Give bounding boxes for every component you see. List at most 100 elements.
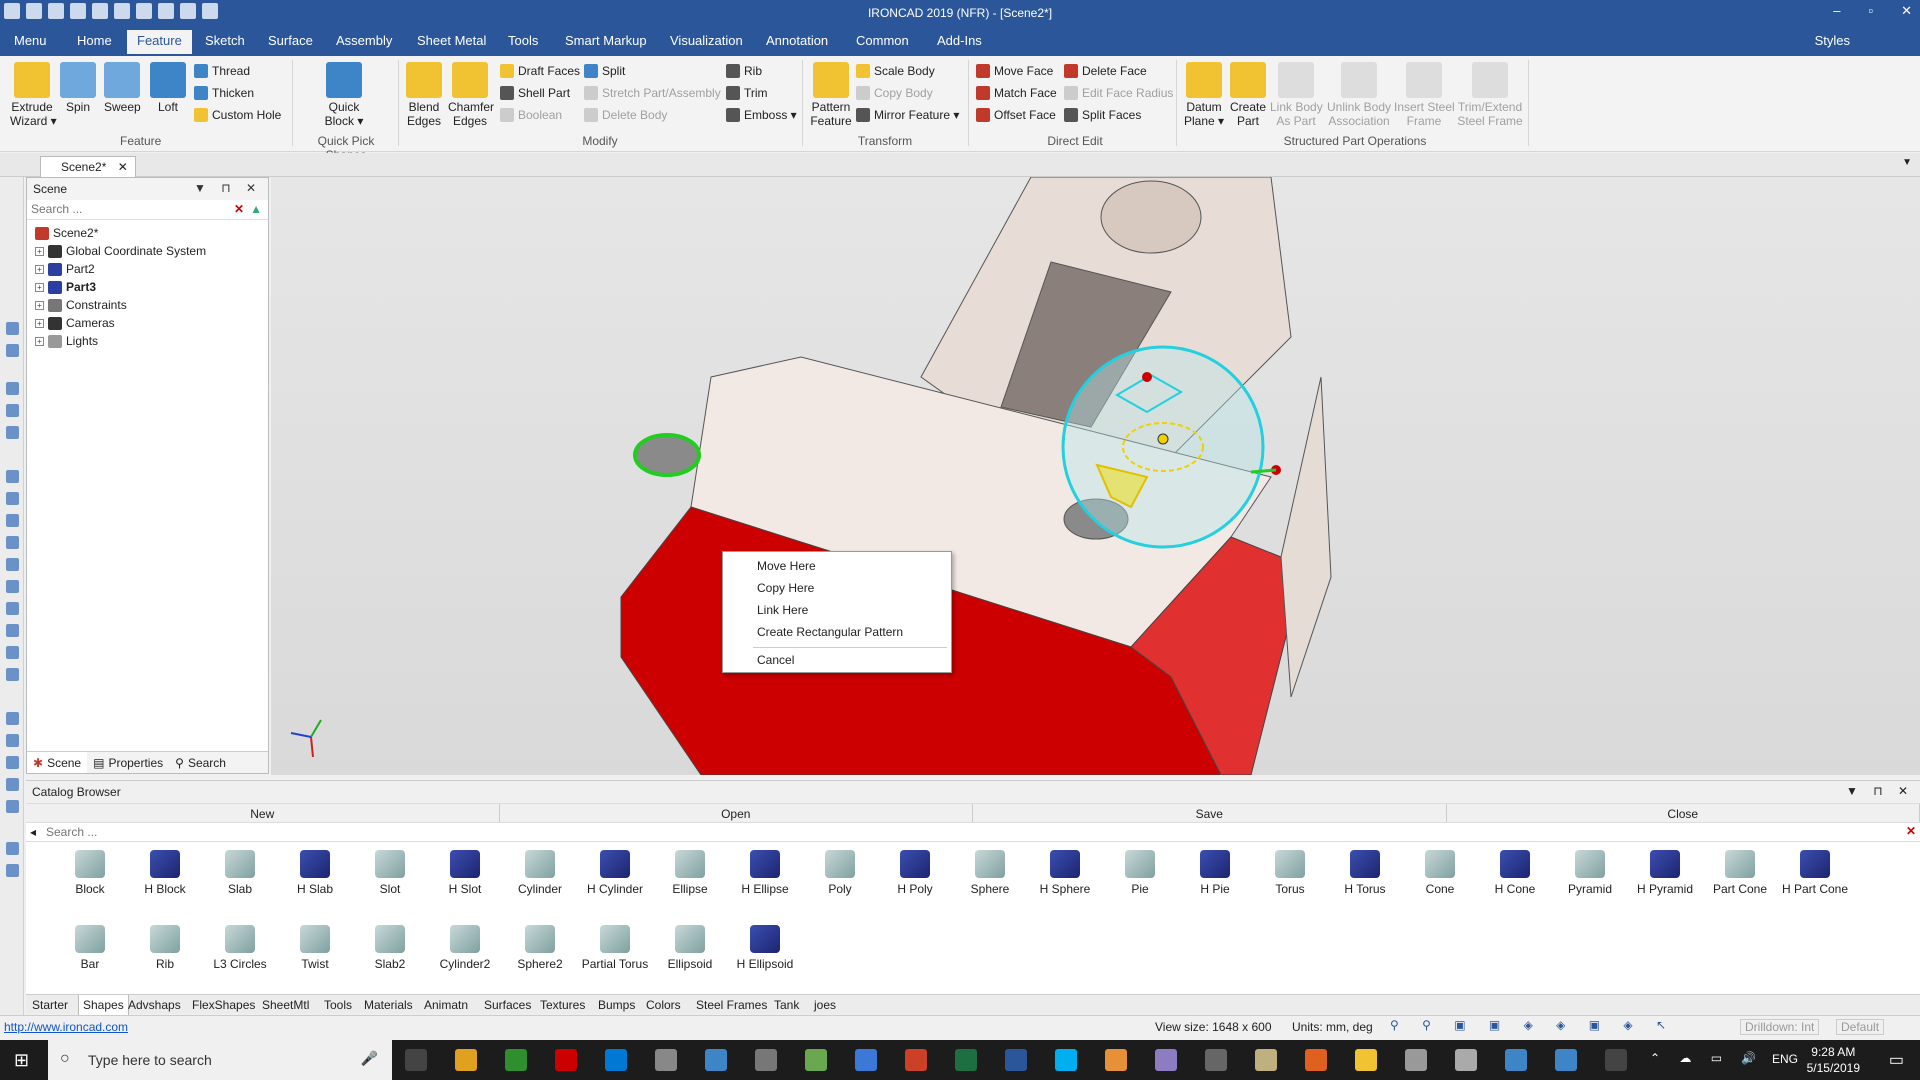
app-icon[interactable] [1555, 1049, 1577, 1071]
split-faces-button[interactable]: Split Faces [1064, 108, 1141, 122]
extrude-wizard-button[interactable]: Extrude Wizard ▾ [10, 62, 57, 128]
shape-item[interactable]: Ellipsoid [650, 925, 730, 971]
tab-properties[interactable]: ▤ Properties [87, 752, 169, 773]
shape-item[interactable]: Sphere [950, 850, 1030, 896]
datum-plane-button[interactable]: Datum Plane ▾ [1182, 62, 1226, 128]
chevron-down-icon[interactable]: ▼ [1902, 157, 1912, 168]
excel-icon[interactable] [955, 1049, 977, 1071]
arrow-left-icon[interactable]: ◂ [30, 825, 36, 839]
offset-face-button[interactable]: Offset Face [976, 108, 1056, 122]
windows-start-icon[interactable]: ⊞ [14, 1050, 29, 1071]
tab-assembly[interactable]: Assembly [336, 33, 392, 48]
shape-item[interactable]: L3 Circles [200, 925, 280, 971]
view-icon[interactable] [6, 536, 19, 549]
catalog-tab[interactable]: Colors [646, 998, 681, 1012]
tree-item-part2[interactable]: + Part2 [27, 260, 268, 278]
shape-item[interactable]: H Slot [425, 850, 505, 896]
link-body-button[interactable]: Link Body As Part [1270, 62, 1323, 128]
shape-item[interactable]: H Poly [875, 850, 955, 896]
app-icon[interactable] [905, 1049, 927, 1071]
spin-button[interactable]: Spin [60, 62, 96, 114]
expand-icon[interactable]: + [35, 264, 44, 274]
app-icon[interactable] [1455, 1049, 1477, 1071]
view-icon[interactable] [6, 778, 19, 791]
shape-item[interactable]: H Ellipse [725, 850, 805, 896]
draft-faces-button[interactable]: Draft Faces [500, 64, 580, 78]
view-icon[interactable] [6, 492, 19, 505]
view-icon[interactable] [6, 734, 19, 747]
app-icon[interactable] [1405, 1049, 1427, 1071]
catalog-tab[interactable]: Shapes [78, 995, 129, 1016]
tab-scene2[interactable]: Scene2* ✕ [40, 156, 136, 177]
opera-icon[interactable] [555, 1049, 577, 1071]
catalog-new-button[interactable]: New [26, 804, 500, 822]
tab-home[interactable]: Home [77, 33, 112, 48]
model-canvas[interactable] [271, 177, 1920, 775]
app-icon[interactable] [1105, 1049, 1127, 1071]
rib-button[interactable]: Rib [726, 64, 762, 78]
view-icon[interactable] [6, 382, 19, 395]
catalog-tab[interactable]: Animatn [424, 998, 468, 1012]
view-icon[interactable] [6, 514, 19, 527]
tab-feature[interactable]: Feature [127, 30, 192, 54]
default-select[interactable]: Default [1836, 1019, 1885, 1035]
shape-item[interactable]: Pyramid [1550, 850, 1630, 896]
tab-add-ins[interactable]: Add-Ins [937, 33, 982, 48]
catalog-tab[interactable]: Materials [364, 998, 413, 1012]
view-icon[interactable] [6, 624, 19, 637]
tab-surface[interactable]: Surface [268, 33, 313, 48]
panel-controls[interactable]: ▼ ⊓ ✕ [1846, 784, 1914, 798]
move-face-button[interactable]: Move Face [976, 64, 1053, 78]
catalog-tab[interactable]: Textures [540, 998, 585, 1012]
tree-item-part3[interactable]: + Part3 [27, 278, 268, 296]
expand-icon[interactable]: + [35, 282, 44, 292]
outlook-icon[interactable] [605, 1049, 627, 1071]
triball-center[interactable] [1157, 433, 1169, 445]
shape-item[interactable]: Slab2 [350, 925, 430, 971]
view-icon[interactable] [6, 602, 19, 615]
app-icon[interactable] [705, 1049, 727, 1071]
app-icon[interactable] [805, 1049, 827, 1071]
unlink-body-button[interactable]: Unlink Body Association [1326, 62, 1392, 128]
close-button[interactable]: ✕ [1901, 3, 1912, 19]
mirror-feature-button[interactable]: Mirror Feature ▾ [856, 108, 959, 122]
app-icon[interactable] [1505, 1049, 1527, 1071]
view-icon[interactable] [6, 580, 19, 593]
catalog-tab[interactable]: Starter [32, 998, 68, 1012]
shape-item[interactable]: H Cylinder [575, 850, 655, 896]
ironcad-icon[interactable] [655, 1049, 677, 1071]
catalog-tab[interactable]: Tools [324, 998, 352, 1012]
shape-item[interactable]: Cylinder2 [425, 925, 505, 971]
menu-item-move-here[interactable]: Move Here [757, 556, 816, 576]
chamfer-edges-button[interactable]: Chamfer Edges [448, 62, 494, 128]
shape-item[interactable]: Cone [1400, 850, 1480, 896]
app-icon[interactable] [1355, 1049, 1377, 1071]
clock[interactable]: 9:28 AM 5/15/2019 [1807, 1044, 1860, 1076]
shell-part-button[interactable]: Shell Part [500, 86, 570, 100]
menu-item-link-here[interactable]: Link Here [757, 600, 808, 620]
tab-menu[interactable]: Menu [14, 33, 47, 48]
language-indicator[interactable]: ENG [1772, 1052, 1798, 1066]
word-icon[interactable] [1005, 1049, 1027, 1071]
tab-sketch[interactable]: Sketch [205, 33, 245, 48]
view-icon[interactable] [6, 800, 19, 813]
shape-item[interactable]: Partial Torus [575, 925, 655, 971]
app-icon[interactable] [855, 1049, 877, 1071]
notifications-icon[interactable]: ▭ [1889, 1050, 1904, 1070]
view-icon[interactable] [6, 668, 19, 681]
boolean-button[interactable]: Boolean [500, 108, 562, 122]
calculator-icon[interactable] [1205, 1049, 1227, 1071]
shape-item[interactable]: H Block [125, 850, 205, 896]
catalog-tab[interactable]: SheetMtl [262, 998, 309, 1012]
blend-edges-button[interactable]: Blend Edges [404, 62, 444, 128]
copy-body-button[interactable]: Copy Body [856, 86, 933, 100]
shape-item[interactable]: Rib [125, 925, 205, 971]
tab-common[interactable]: Common [856, 33, 909, 48]
styles-dropdown[interactable]: Styles [1815, 33, 1850, 48]
tree-item-coordinate-system[interactable]: + Global Coordinate System [27, 242, 268, 260]
insert-steel-frame-button[interactable]: Insert Steel Frame [1394, 62, 1455, 128]
view-icon[interactable] [6, 426, 19, 439]
loft-button[interactable]: Loft [150, 62, 186, 114]
view-icon[interactable] [6, 470, 19, 483]
shape-item[interactable]: H Part Cone [1775, 850, 1855, 896]
